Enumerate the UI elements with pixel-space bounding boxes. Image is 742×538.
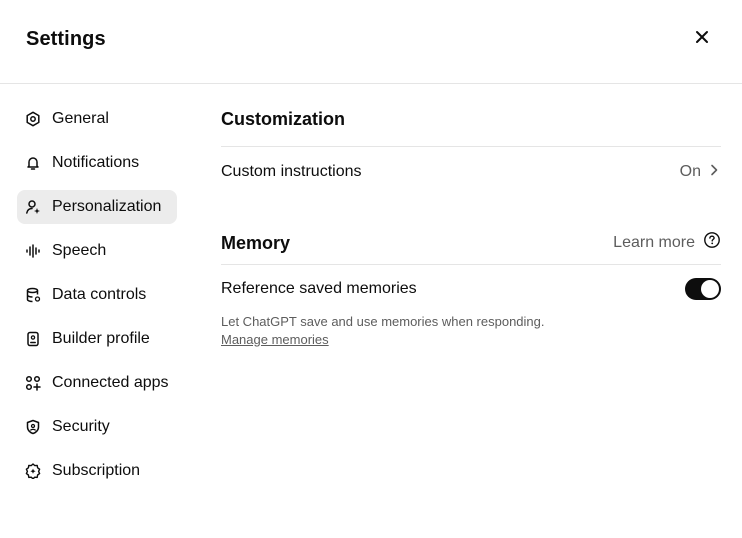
chevron-right-icon <box>707 163 721 182</box>
sidebar-item-general[interactable]: General <box>17 102 177 136</box>
reference-memories-label: Reference saved memories <box>221 280 417 297</box>
waveform-icon <box>25 243 41 259</box>
settings-content: Customization Custom instructions On Mem… <box>221 102 721 347</box>
manage-memories-link[interactable]: Manage memories <box>221 331 329 349</box>
custom-instructions-status: On <box>679 163 701 180</box>
dialog-header: Settings <box>0 0 742 84</box>
id-badge-icon <box>25 331 41 347</box>
gear-icon <box>25 111 41 127</box>
sidebar-item-subscription[interactable]: Subscription <box>17 454 177 488</box>
close-button[interactable] <box>688 25 716 53</box>
learn-more-link[interactable]: Learn more <box>613 231 721 254</box>
reference-memories-row: Reference saved memories <box>221 276 721 302</box>
memory-header: Memory Learn more <box>221 221 721 265</box>
sidebar-item-connected-apps[interactable]: Connected apps <box>17 366 177 400</box>
custom-instructions-button[interactable]: On <box>680 163 721 182</box>
customization-heading: Customization <box>221 109 345 129</box>
sidebar-item-speech[interactable]: Speech <box>17 234 177 268</box>
close-icon <box>695 30 709 49</box>
sidebar-item-builder-profile[interactable]: Builder profile <box>17 322 177 356</box>
sidebar-item-label: Notifications <box>52 154 140 171</box>
sidebar-item-label: Connected apps <box>52 374 169 391</box>
sidebar-item-label: Personalization <box>52 198 162 215</box>
sidebar-item-label: Builder profile <box>52 330 150 347</box>
toggle-knob <box>701 280 719 298</box>
apps-grid-icon <box>25 375 41 391</box>
badge-icon <box>25 463 41 479</box>
sidebar-item-label: Security <box>52 418 110 435</box>
reference-memories-toggle[interactable] <box>685 278 721 300</box>
custom-instructions-row[interactable]: Custom instructions On <box>221 146 721 197</box>
bell-icon <box>25 155 41 171</box>
sidebar-item-personalization[interactable]: Personalization <box>17 190 177 224</box>
sidebar-item-label: Speech <box>52 242 107 259</box>
sidebar-item-security[interactable]: Security <box>17 410 177 444</box>
person-sparkle-icon <box>25 199 41 215</box>
settings-sidebar: General Notifications Personalization Sp… <box>17 102 177 498</box>
dialog-title: Settings <box>26 28 106 50</box>
memory-description: Let ChatGPT save and use memories when r… <box>221 314 545 329</box>
sidebar-item-data-controls[interactable]: Data controls <box>17 278 177 312</box>
custom-instructions-label: Custom instructions <box>221 163 362 180</box>
learn-more-label: Learn more <box>613 233 695 251</box>
settings-dialog: Settings General Notifications Personali… <box>0 0 742 538</box>
database-icon <box>25 287 41 303</box>
shield-icon <box>25 419 41 435</box>
sidebar-item-label: Data controls <box>52 286 147 303</box>
help-icon <box>703 231 721 254</box>
sidebar-item-notifications[interactable]: Notifications <box>17 146 177 180</box>
sidebar-item-label: General <box>52 110 109 127</box>
sidebar-item-label: Subscription <box>52 462 141 479</box>
memory-heading: Memory <box>221 232 291 253</box>
